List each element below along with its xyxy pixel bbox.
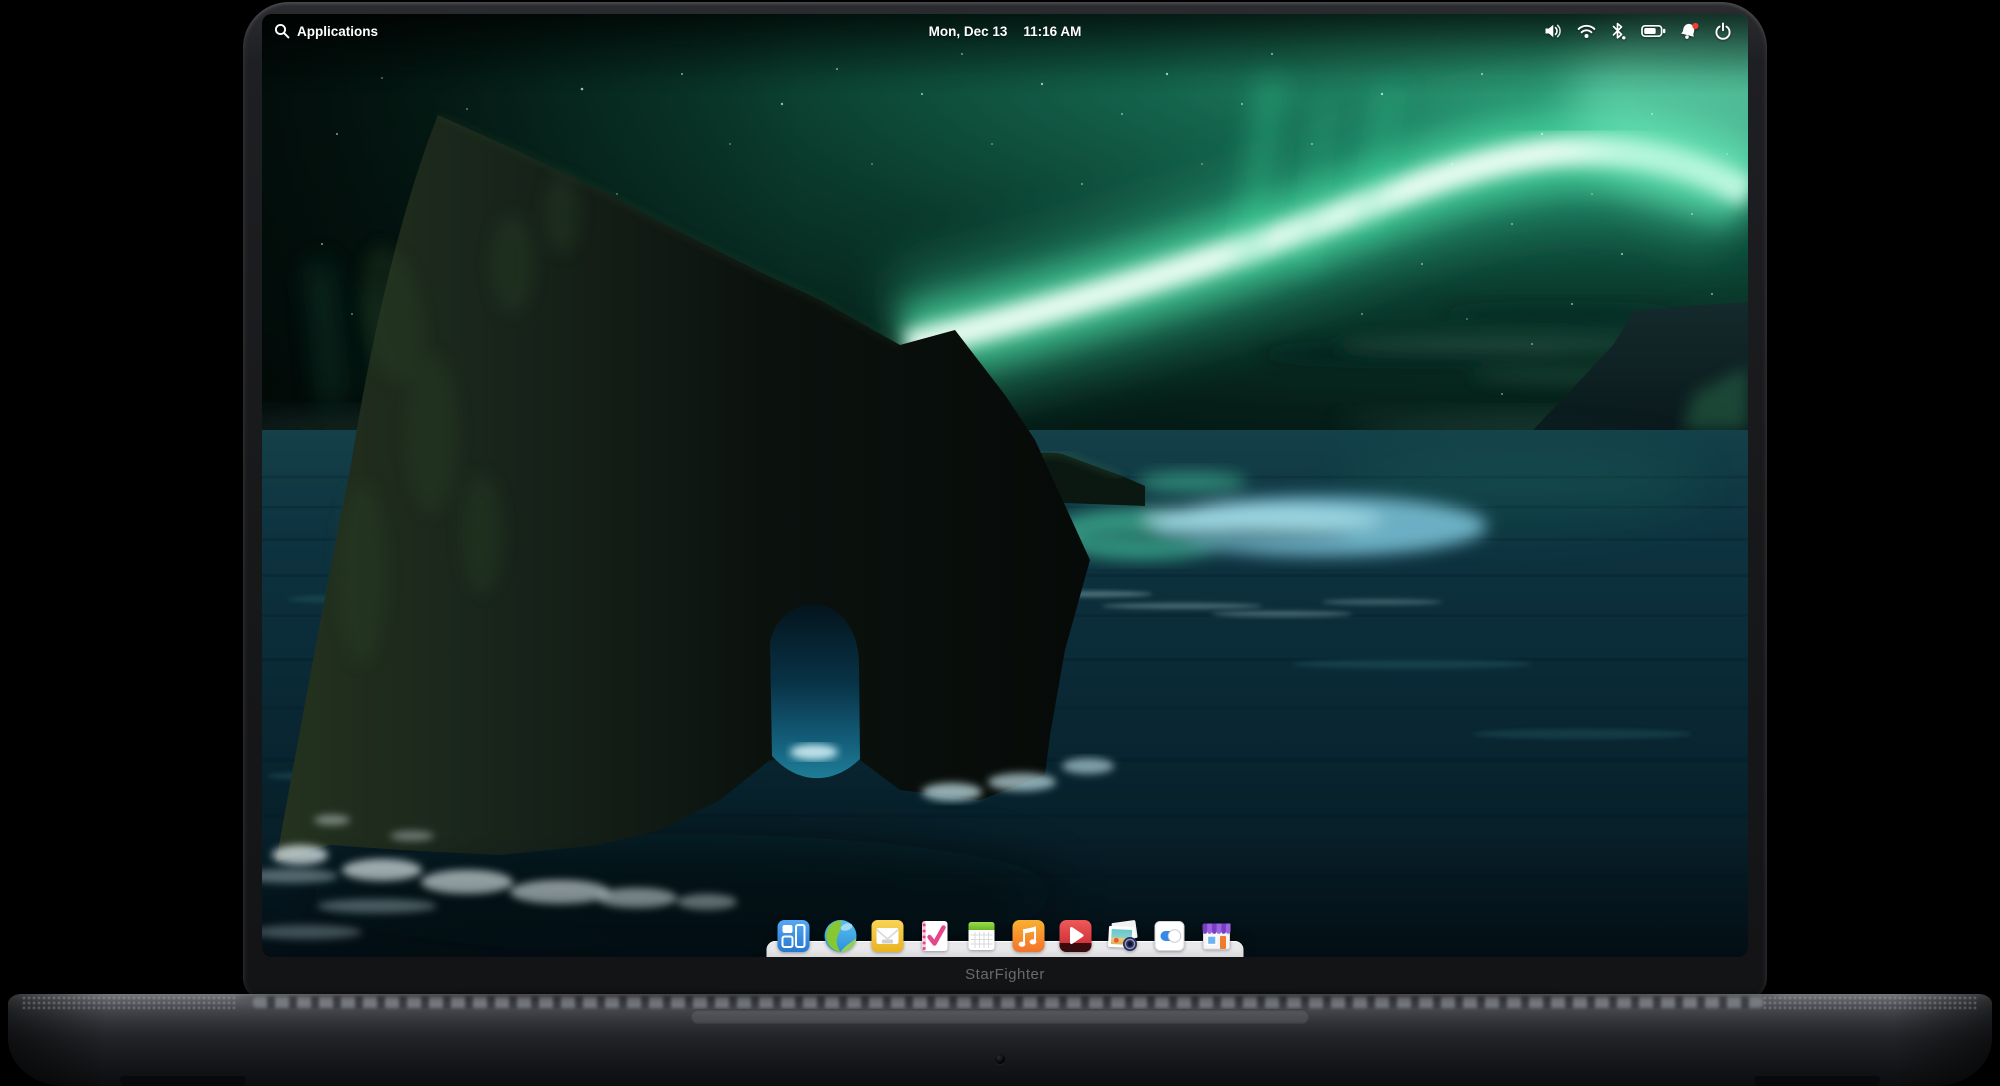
dock-item-appcenter-storefront-icon[interactable]: [1199, 918, 1235, 954]
palm-rest-lip: [691, 1009, 1309, 1023]
dock-item-web-globe-icon[interactable]: [823, 918, 859, 954]
dock-item-videos-play-icon[interactable]: [1058, 918, 1094, 954]
volume-icon[interactable]: [1544, 23, 1563, 39]
battery-icon[interactable]: [1641, 23, 1666, 39]
plank-dock: [767, 915, 1244, 957]
datetime-indicator[interactable]: Mon, Dec 13 11:16 AM: [929, 24, 1082, 39]
wingpanel: Applications Mon, Dec 13 11:16 AM: [262, 14, 1748, 48]
bluetooth-icon[interactable]: [1610, 22, 1627, 40]
notifications-icon[interactable]: [1680, 22, 1700, 41]
applications-label: Applications: [297, 24, 378, 39]
applications-menu[interactable]: Applications: [274, 23, 378, 39]
dock-item-music-note-icon[interactable]: [1011, 918, 1047, 954]
date-label: Mon, Dec 13: [929, 24, 1008, 39]
laptop-lid: Applications Mon, Dec 13 11:16 AM: [243, 2, 1767, 1000]
dock-item-multitasking-icon[interactable]: [776, 918, 812, 954]
wallpaper-sea-arch-aurora: [262, 14, 1748, 957]
speaker-grille-left: [22, 996, 237, 1009]
speaker-grille-right: [1763, 996, 1978, 1009]
rubber-foot-right: [1754, 1076, 1880, 1086]
dock-item-photos-icon[interactable]: [1105, 918, 1141, 954]
screen: Applications Mon, Dec 13 11:16 AM: [262, 14, 1748, 957]
laptop-base: [8, 994, 1992, 1086]
dock-item-settings-switchboard-icon[interactable]: [1152, 918, 1188, 954]
dock-icons: [776, 918, 1235, 954]
front-pinhole: [995, 1054, 1005, 1064]
desktop-screenshot: { "device": { "brand_label": "StarFighte…: [0, 0, 2000, 1086]
system-indicators: [1544, 22, 1732, 41]
magnifier-icon: [274, 23, 290, 39]
dock-item-calendar-icon[interactable]: [964, 918, 1000, 954]
keyboard-edge: [253, 997, 1763, 1008]
rubber-foot-left: [120, 1076, 246, 1086]
wifi-icon[interactable]: [1577, 23, 1596, 39]
time-label: 11:16 AM: [1023, 24, 1081, 39]
bezel-brand-label: StarFighter: [243, 966, 1767, 983]
dock-item-mail-envelope-icon[interactable]: [870, 918, 906, 954]
power-icon[interactable]: [1714, 22, 1732, 40]
dock-item-tasks-checklist-icon[interactable]: [917, 918, 953, 954]
